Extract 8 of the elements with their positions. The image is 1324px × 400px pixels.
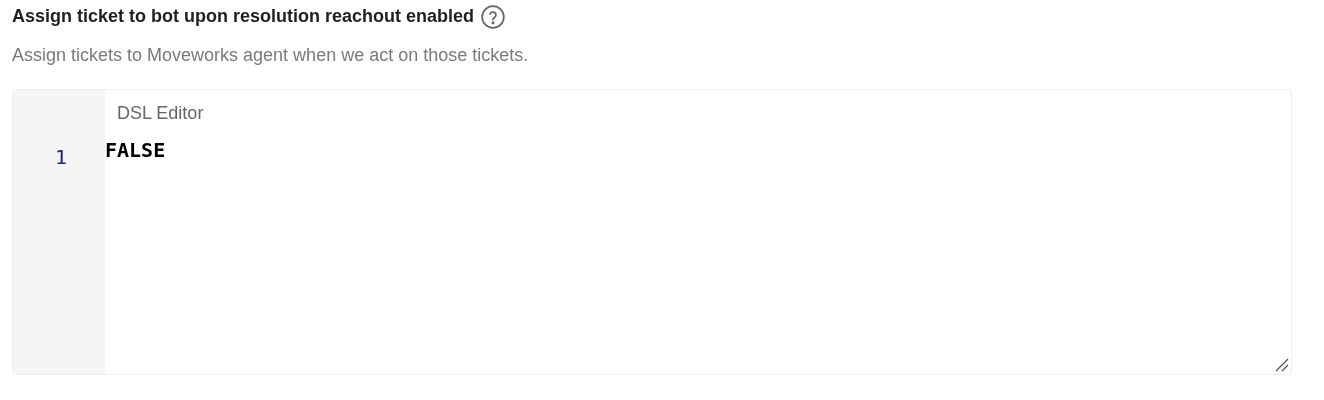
help-icon[interactable] (480, 3, 507, 30)
code-line: FALSE (105, 137, 167, 164)
line-number: 1 (53, 144, 68, 171)
code-editor[interactable]: 1 DSL Editor FALSE (12, 89, 1292, 375)
resize-handle-icon[interactable] (1275, 358, 1289, 372)
setting-description: Assign tickets to Moveworks agent when we act on those tickets. (12, 44, 530, 67)
setting-title: Assign ticket to bot upon resolution reachout enabled (12, 5, 475, 28)
editor-label: DSL Editor (117, 102, 204, 125)
